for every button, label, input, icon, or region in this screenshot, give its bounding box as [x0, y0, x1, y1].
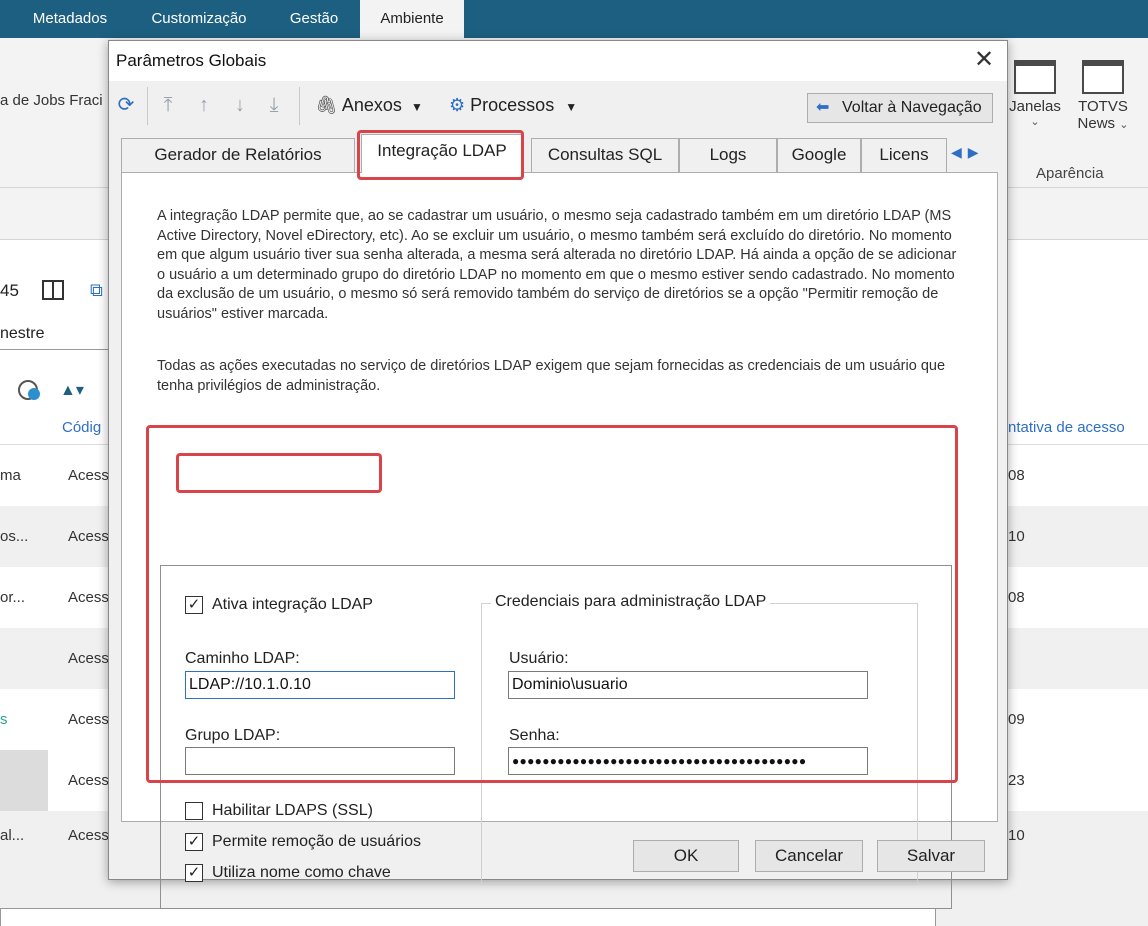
- remocao-label: Permite remoção de usuários: [212, 833, 421, 850]
- refresh-icon[interactable]: ⟳: [113, 91, 139, 119]
- ribbon-group-label: Aparência: [1036, 165, 1104, 182]
- move-to-top-icon[interactable]: ⤒: [155, 91, 181, 119]
- dialog-toolbar: ⟳ ⤒ ↑ ↓ ⤓ 🖇 Anexos ▼ ⚙ Processos ▼ ⬅ Vol…: [109, 81, 1007, 131]
- voltar-navegacao-button[interactable]: ⬅ Voltar à Navegação: [807, 93, 993, 123]
- voltar-label: Voltar à Navegação: [842, 99, 982, 116]
- chart-icon[interactable]: ▲▾: [60, 380, 84, 400]
- external-link-icon[interactable]: ⧉: [90, 280, 103, 301]
- toolbar-separator: [299, 87, 300, 125]
- totvs-label: TOTVS: [1078, 98, 1128, 115]
- highlight-tab: [357, 130, 524, 180]
- filter-field[interactable]: nestre: [0, 318, 110, 350]
- processos-label: Processos: [470, 95, 555, 115]
- close-icon[interactable]: ✕: [969, 47, 999, 75]
- anexos-dropdown[interactable]: 🖇 Anexos ▼: [315, 91, 423, 119]
- record-counter: 45: [0, 281, 19, 300]
- col-codigo-header[interactable]: Códig: [62, 419, 101, 436]
- dialog-titlebar: Parâmetros Globais ✕: [109, 41, 1007, 81]
- ldap-credentials-note: Todas as ações executadas no serviço de …: [157, 358, 946, 394]
- dialog-title: Parâmetros Globais: [116, 51, 267, 70]
- arrow-right-icon[interactable]: ▶: [968, 144, 985, 160]
- menu-tab-ambiente[interactable]: Ambiente: [360, 0, 464, 38]
- parametros-globais-dialog: Parâmetros Globais ✕ ⟳ ⤒ ↑ ↓ ⤓ 🖇 Anexos …: [108, 40, 1008, 909]
- paperclip-icon: 🖇: [315, 95, 338, 115]
- caret-down-icon: ▼: [565, 100, 578, 114]
- ldaps-checkbox[interactable]: [185, 802, 203, 820]
- move-down-icon[interactable]: ↓: [227, 91, 253, 119]
- move-to-bottom-icon[interactable]: ⤓: [261, 91, 287, 119]
- chave-label: Utiliza nome como chave: [212, 864, 391, 881]
- tab-licens[interactable]: Licens: [861, 138, 947, 172]
- chevron-down-icon: ⌄: [1030, 116, 1040, 128]
- menu-tab-gestao[interactable]: Gestão: [276, 0, 352, 38]
- remocao-checkbox[interactable]: ✓: [185, 833, 203, 851]
- move-up-icon[interactable]: ↑: [191, 91, 217, 119]
- bottom-panel: [0, 908, 936, 926]
- janelas-label: Janelas: [1009, 98, 1061, 115]
- highlight-ativa: [176, 453, 382, 493]
- col-tentativa-header[interactable]: ntativa de acesso: [1008, 419, 1125, 436]
- filter-dot-icon: [28, 388, 40, 400]
- tab-gerador-relatorios[interactable]: Gerador de Relatórios: [121, 138, 355, 172]
- chave-checkbox[interactable]: ✓: [185, 864, 203, 882]
- totvs-news-button[interactable]: TOTVS News ⌄: [1070, 60, 1136, 132]
- window-icon: [1014, 60, 1056, 94]
- app-menu-bar: Metadados Customização Gestão Ambiente: [0, 0, 1148, 38]
- columns-icon[interactable]: [42, 280, 64, 300]
- tab-consultas-sql[interactable]: Consultas SQL: [531, 138, 679, 172]
- chevron-down-icon: ⌄: [1119, 119, 1129, 131]
- arrow-left-icon[interactable]: ◀: [951, 144, 968, 160]
- caret-down-icon: ▼: [410, 100, 423, 114]
- toolbar-separator: [147, 87, 148, 125]
- tab-google[interactable]: Google: [777, 138, 861, 172]
- ribbon-jobs-label[interactable]: a de Jobs Fraci: [0, 92, 103, 109]
- news-label: News ⌄: [1077, 115, 1129, 132]
- gear-icon: ⚙: [449, 95, 466, 115]
- arrow-left-icon: ⬅: [816, 99, 830, 116]
- window-icon: [1082, 60, 1124, 94]
- ldap-description: A integração LDAP permite que, ao se cad…: [157, 208, 957, 322]
- ldaps-label: Habilitar LDAPS (SSL): [212, 802, 373, 819]
- ok-button[interactable]: OK: [633, 840, 739, 872]
- tab-scroll-arrows[interactable]: ◀▶: [947, 138, 1001, 168]
- janelas-button[interactable]: Janelas ⌄: [1005, 60, 1065, 128]
- menu-tab-metadados[interactable]: Metadados: [18, 0, 122, 38]
- save-button[interactable]: Salvar: [877, 840, 985, 872]
- menu-tab-customizacao[interactable]: Customização: [136, 0, 262, 38]
- anexos-label: Anexos: [341, 95, 402, 115]
- processos-dropdown[interactable]: ⚙ Processos ▼: [449, 91, 577, 119]
- tab-logs[interactable]: Logs: [679, 138, 777, 172]
- cancel-button[interactable]: Cancelar: [755, 840, 863, 872]
